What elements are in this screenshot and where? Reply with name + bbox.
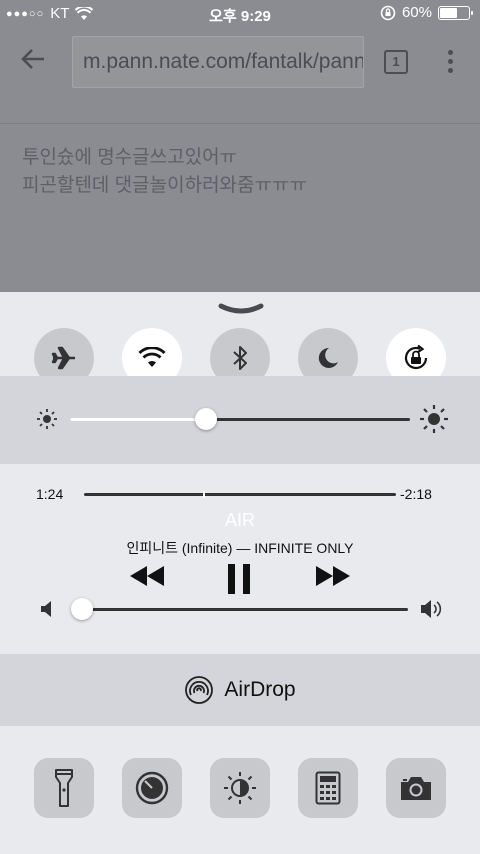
airdrop-icon	[185, 676, 214, 704]
rewind-icon	[130, 566, 164, 586]
wifi-icon	[138, 347, 166, 367]
track-title: AIR	[224, 510, 255, 530]
pause-button[interactable]	[226, 564, 252, 599]
flashlight-icon	[55, 769, 73, 807]
fast-forward-icon	[316, 566, 350, 586]
track-artist-album: 인피니트 (Infinite) — INFINITE ONLY	[126, 540, 354, 556]
elapsed-time: 1:24	[36, 486, 64, 502]
calculator-button[interactable]	[298, 758, 358, 818]
control-center: 1:24 -2:18 AIR 인피니트 (Infinite) — INFINIT…	[0, 292, 480, 854]
volume-low-icon	[41, 601, 51, 617]
remaining-time: -2:18	[400, 486, 432, 502]
grabber-handle-icon[interactable]	[218, 302, 264, 316]
night-shift-button[interactable]	[210, 758, 270, 818]
browser-toolbar: m.pann.nate.com/fantalk/pann 1	[0, 28, 480, 96]
flashlight-button[interactable]	[34, 758, 94, 818]
status-bar: ●●●○○ KT 오후 9:29 60%	[0, 0, 480, 28]
airdrop-label: AirDrop	[224, 678, 296, 701]
timer-button[interactable]	[122, 758, 182, 818]
volume-slider-knob[interactable]	[71, 598, 94, 620]
now-playing: 1:24 -2:18 AIR 인피니트 (Infinite) — INFINIT…	[0, 464, 480, 654]
battery-percent: 60%	[401, 4, 432, 21]
back-arrow-icon[interactable]	[20, 46, 50, 76]
brightness-low-icon	[37, 409, 57, 429]
tab-count-button[interactable]: 1	[384, 50, 408, 74]
brightness-slider-knob[interactable]	[195, 408, 217, 430]
calculator-icon	[315, 771, 341, 805]
page-content: 투인슜에 명수글쓰고있어ㅠ 피곤할텐데 댓글놀이하러와줌ㅠㅠㅠ	[0, 96, 480, 200]
playback-progress[interactable]	[84, 491, 396, 498]
battery-icon	[438, 5, 473, 20]
volume-high-icon	[421, 600, 442, 618]
orientation-lock-icon	[380, 5, 396, 20]
pause-icon	[228, 564, 250, 594]
timer-icon	[135, 771, 169, 805]
brightness-control	[0, 376, 480, 464]
url-bar[interactable]: m.pann.nate.com/fantalk/pann	[72, 36, 364, 88]
page-divider	[0, 96, 480, 124]
brightness-high-icon	[420, 405, 448, 433]
post-line: 투인슜에 명수글쓰고있어ㅠ	[22, 147, 238, 168]
camera-button[interactable]	[386, 758, 446, 818]
rewind-button[interactable]	[128, 564, 166, 593]
brightness-slider[interactable]	[70, 418, 410, 421]
airplane-icon	[51, 346, 75, 370]
fast-forward-button[interactable]	[314, 564, 352, 593]
volume-slider[interactable]	[72, 608, 408, 611]
airdrop-button[interactable]: AirDrop	[0, 654, 480, 726]
camera-icon	[401, 777, 431, 800]
rotation-lock-icon	[404, 344, 428, 370]
night-shift-icon	[224, 772, 256, 804]
post-line: 피곤할텐데 댓글놀이하러와줌ㅠㅠㅠ	[22, 175, 307, 196]
bluetooth-icon	[233, 346, 247, 370]
overflow-menu-icon[interactable]	[446, 50, 454, 76]
post-body: 투인슜에 명수글쓰고있어ㅠ 피곤할텐데 댓글놀이하러와줌ㅠㅠㅠ	[0, 124, 480, 200]
shortcut-row	[0, 726, 480, 854]
moon-icon	[318, 347, 338, 368]
